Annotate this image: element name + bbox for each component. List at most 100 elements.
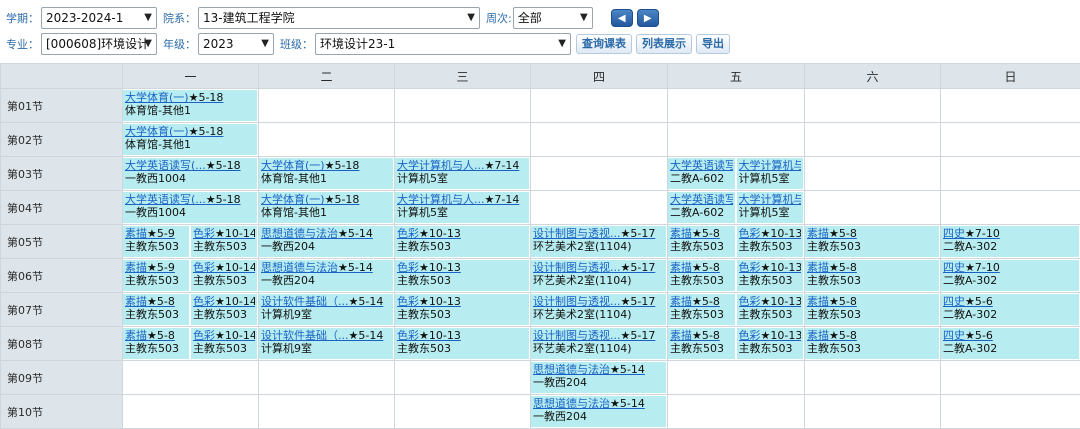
course-entry[interactable]: 大学计算机与计算机5室 [737, 158, 804, 189]
course-entry[interactable]: 色彩★10-14主教东503 [191, 328, 257, 359]
course-title-link[interactable]: 色彩★10-14 [193, 227, 255, 240]
course-title-link[interactable]: 色彩★10-13 [739, 329, 802, 342]
course-entry[interactable]: 大学英语读写(...★5-18一教西1004 [123, 158, 257, 189]
course-title-link[interactable]: 色彩★10-13 [739, 261, 802, 274]
course-title-link[interactable]: 大学体育(一)★5-18 [125, 91, 255, 104]
course-title-link[interactable]: 素描★5-8 [125, 329, 187, 342]
course-entry[interactable]: 素描★5-8主教东503 [668, 328, 735, 359]
course-entry[interactable]: 四史★7-10二教A-302 [941, 226, 1079, 257]
course-title-link[interactable]: 素描★5-8 [807, 295, 937, 308]
course-title-link[interactable]: 素描★5-9 [125, 261, 187, 274]
course-title-link[interactable]: 素描★5-8 [670, 261, 733, 274]
course-entry[interactable]: 色彩★10-13主教东503 [395, 294, 529, 325]
course-entry[interactable]: 素描★5-9主教东503 [123, 260, 189, 291]
course-title-link[interactable]: 素描★5-8 [807, 227, 937, 240]
course-title-link[interactable]: 色彩★10-14 [193, 329, 255, 342]
course-title-link[interactable]: 设计软件基础（...★5-14 [261, 329, 391, 342]
course-entry[interactable]: 思想道德与法治★5-14一教西204 [531, 396, 666, 427]
course-title-link[interactable]: 设计制图与透视...★5-17 [533, 329, 664, 342]
course-entry[interactable]: 大学计算机与计算机5室 [737, 192, 804, 223]
course-entry[interactable]: 大学体育(一)★5-18体育馆-其他1 [123, 90, 257, 121]
course-entry[interactable]: 大学英语读写二教A-602 [668, 192, 735, 223]
course-title-link[interactable]: 大学体育(一)★5-18 [261, 193, 391, 206]
course-entry[interactable]: 大学体育(一)★5-18体育馆-其他1 [123, 124, 257, 155]
course-entry[interactable]: 素描★5-8主教东503 [668, 226, 735, 257]
course-entry[interactable]: 设计制图与透视...★5-17环艺美术2室(1104) [531, 226, 666, 257]
next-week-button[interactable]: ▶ [637, 9, 659, 27]
course-entry[interactable]: 色彩★10-13主教东503 [395, 260, 529, 291]
course-title-link[interactable]: 素描★5-8 [670, 295, 733, 308]
course-entry[interactable]: 色彩★10-13主教东503 [737, 226, 804, 257]
course-entry[interactable]: 色彩★10-13主教东503 [395, 328, 529, 359]
course-title-link[interactable]: 素描★5-9 [125, 227, 187, 240]
course-title-link[interactable]: 素描★5-8 [670, 227, 733, 240]
week-select[interactable]: 全部 ▼ [513, 7, 593, 29]
course-title-link[interactable]: 色彩★10-13 [397, 227, 527, 240]
course-title-link[interactable]: 色彩★10-13 [739, 295, 802, 308]
course-title-link[interactable]: 色彩★10-14 [193, 295, 255, 308]
major-select[interactable]: [000608]环境设计 ▼ [41, 33, 157, 55]
course-title-link[interactable]: 大学体育(一)★5-18 [261, 159, 391, 172]
course-title-link[interactable]: 设计制图与透视...★5-17 [533, 295, 664, 308]
course-entry[interactable]: 大学体育(一)★5-18体育馆-其他1 [259, 192, 393, 223]
course-title-link[interactable]: 素描★5-8 [670, 329, 733, 342]
prev-week-button[interactable]: ◀ [611, 9, 633, 27]
course-title-link[interactable]: 四史★5-6 [943, 329, 1077, 342]
course-entry[interactable]: 四史★5-6二教A-302 [941, 328, 1079, 359]
class-select[interactable]: 环境设计23-1 ▼ [315, 33, 571, 55]
course-title-link[interactable]: 色彩★10-13 [397, 329, 527, 342]
course-title-link[interactable]: 色彩★10-13 [739, 227, 802, 240]
course-entry[interactable]: 思想道德与法治★5-14一教西204 [259, 226, 393, 257]
course-entry[interactable]: 色彩★10-14主教东503 [191, 294, 257, 325]
course-entry[interactable]: 大学体育(一)★5-18体育馆-其他1 [259, 158, 393, 189]
course-title-link[interactable]: 大学计算机与 [739, 193, 802, 206]
course-title-link[interactable]: 大学英语读写 [670, 193, 733, 206]
list-view-button[interactable]: 列表展示 [636, 34, 692, 54]
course-entry[interactable]: 色彩★10-13主教东503 [395, 226, 529, 257]
course-title-link[interactable]: 四史★7-10 [943, 227, 1077, 240]
course-title-link[interactable]: 大学英语读写(...★5-18 [125, 159, 255, 172]
course-entry[interactable]: 素描★5-8主教东503 [805, 226, 939, 257]
course-entry[interactable]: 色彩★10-13主教东503 [737, 260, 804, 291]
course-title-link[interactable]: 四史★5-6 [943, 295, 1077, 308]
course-entry[interactable]: 色彩★10-13主教东503 [737, 294, 804, 325]
course-title-link[interactable]: 思想道德与法治★5-14 [261, 227, 391, 240]
course-entry[interactable]: 素描★5-8主教东503 [123, 328, 189, 359]
course-title-link[interactable]: 素描★5-8 [125, 295, 187, 308]
course-title-link[interactable]: 思想道德与法治★5-14 [533, 397, 664, 410]
course-entry[interactable]: 四史★7-10二教A-302 [941, 260, 1079, 291]
course-title-link[interactable]: 大学计算机与 [739, 159, 802, 172]
course-entry[interactable]: 素描★5-8主教东503 [805, 328, 939, 359]
course-entry[interactable]: 素描★5-9主教东503 [123, 226, 189, 257]
course-title-link[interactable]: 色彩★10-13 [397, 295, 527, 308]
course-entry[interactable]: 素描★5-8主教东503 [668, 260, 735, 291]
course-entry[interactable]: 色彩★10-14主教东503 [191, 260, 257, 291]
course-entry[interactable]: 大学英语读写二教A-602 [668, 158, 735, 189]
course-entry[interactable]: 大学英语读写(...★5-18一教西1004 [123, 192, 257, 223]
course-title-link[interactable]: 大学计算机与人...★7-14 [397, 159, 527, 172]
course-entry[interactable]: 设计制图与透视...★5-17环艺美术2室(1104) [531, 328, 666, 359]
course-title-link[interactable]: 大学计算机与人...★7-14 [397, 193, 527, 206]
course-entry[interactable]: 设计软件基础（...★5-14计算机9室 [259, 328, 393, 359]
course-title-link[interactable]: 素描★5-8 [807, 329, 937, 342]
course-title-link[interactable]: 素描★5-8 [807, 261, 937, 274]
course-title-link[interactable]: 设计制图与透视...★5-17 [533, 227, 664, 240]
grade-select[interactable]: 2023 ▼ [198, 33, 274, 55]
course-entry[interactable]: 设计软件基础（...★5-14计算机9室 [259, 294, 393, 325]
course-entry[interactable]: 设计制图与透视...★5-17环艺美术2室(1104) [531, 260, 666, 291]
course-entry[interactable]: 素描★5-8主教东503 [805, 294, 939, 325]
course-entry[interactable]: 色彩★10-14主教东503 [191, 226, 257, 257]
course-title-link[interactable]: 大学英语读写(...★5-18 [125, 193, 255, 206]
course-title-link[interactable]: 设计软件基础（...★5-14 [261, 295, 391, 308]
course-title-link[interactable]: 思想道德与法治★5-14 [533, 363, 664, 376]
course-title-link[interactable]: 思想道德与法治★5-14 [261, 261, 391, 274]
query-schedule-button[interactable]: 查询课表 [576, 34, 632, 54]
course-title-link[interactable]: 色彩★10-14 [193, 261, 255, 274]
course-entry[interactable]: 设计制图与透视...★5-17环艺美术2室(1104) [531, 294, 666, 325]
course-entry[interactable]: 思想道德与法治★5-14一教西204 [259, 260, 393, 291]
course-entry[interactable]: 四史★5-6二教A-302 [941, 294, 1079, 325]
course-entry[interactable]: 素描★5-8主教东503 [123, 294, 189, 325]
course-entry[interactable]: 大学计算机与人...★7-14计算机5室 [395, 192, 529, 223]
course-title-link[interactable]: 大学体育(一)★5-18 [125, 125, 255, 138]
course-entry[interactable]: 素描★5-8主教东503 [805, 260, 939, 291]
